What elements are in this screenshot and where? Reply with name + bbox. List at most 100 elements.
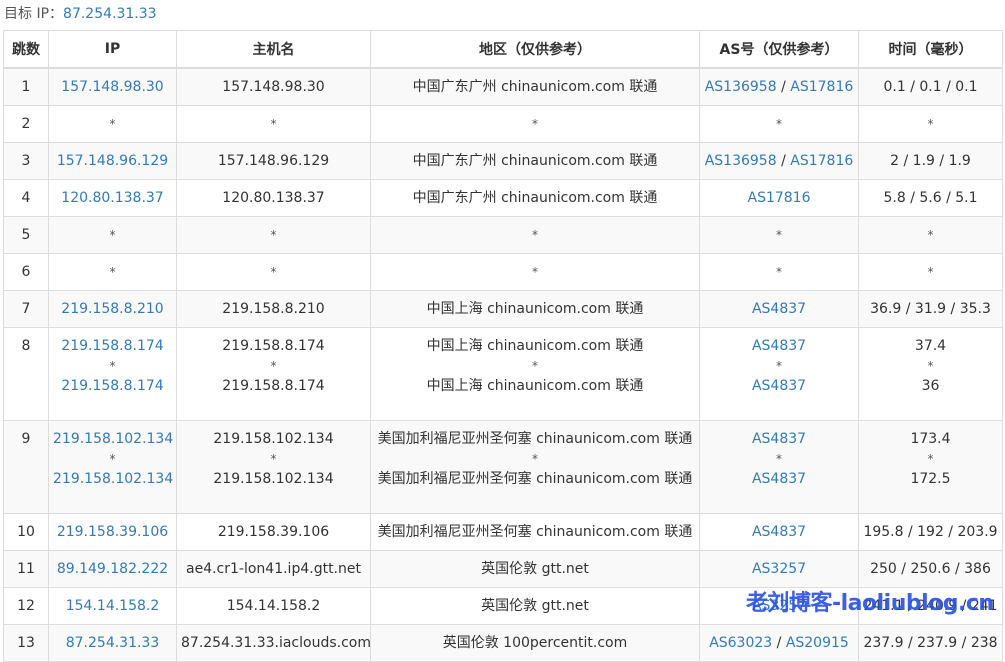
hop-number: 12 xyxy=(3,587,49,625)
as-line: * xyxy=(776,264,782,280)
as-line: AS3257 xyxy=(752,598,806,614)
hostname-cell: 219.158.102.134 * 219.158.102.134 xyxy=(176,420,371,514)
ip-link[interactable]: 120.80.138.37 xyxy=(61,190,163,206)
table-row: 3 157.148.96.129 157.148.96.129 中国广东广州 chin… xyxy=(3,142,1003,180)
ip-timeout: * xyxy=(109,265,116,279)
ip-link[interactable]: 89.149.182.222 xyxy=(57,561,168,577)
as-link[interactable]: AS136958 xyxy=(705,153,777,169)
table-row: 4 120.80.138.37 120.80.138.37 中国广东广州 chinau… xyxy=(3,179,1003,217)
hostname-text: 219.158.8.174 xyxy=(222,338,325,354)
ip-cell: 157.148.96.129 xyxy=(48,142,177,180)
as-link[interactable]: AS4837 xyxy=(752,338,806,354)
hostname-cell: * xyxy=(176,253,371,291)
ip-cell: 87.254.31.33 xyxy=(48,624,177,662)
table-header-row: 跳数 IP 主机名 地区（仅供参考） AS号（仅供参考） 时间（毫秒） xyxy=(3,30,1003,69)
time-text: 195.8 / 192 / 203.9 xyxy=(863,524,998,540)
as-timeout: * xyxy=(776,117,782,131)
time-text: 36 xyxy=(921,378,940,394)
target-ip-label: 目标 IP： xyxy=(4,6,64,22)
region-text: 美国加利福尼亚州圣何塞 chinaunicom.com 联通 xyxy=(377,431,693,447)
as-cell: AS4837 xyxy=(699,290,859,328)
ip-link[interactable]: 87.254.31.33 xyxy=(66,635,160,651)
col-header-time: 时间（毫秒） xyxy=(858,30,1003,69)
as-cell: AS3257 xyxy=(699,587,859,625)
hostname-text: 219.158.102.134 xyxy=(213,471,334,487)
as-line: * xyxy=(776,227,782,243)
ip-link[interactable]: 219.158.102.134 xyxy=(53,469,173,489)
hostname-text: 219.158.8.174 xyxy=(222,378,325,394)
table-body: 1 157.148.98.30 157.148.98.30 中国广东广州 chinau… xyxy=(3,67,1003,662)
as-cell: AS17816 xyxy=(699,179,859,217)
table-row: 2 * * * * * xyxy=(3,105,1003,143)
table-row: 11 89.149.182.222 ae4.cr1-lon41.ip4.gtt.ne… xyxy=(3,550,1003,588)
time-timeout: * xyxy=(927,228,934,242)
region-text: 中国上海 chinaunicom.com 联通 xyxy=(426,301,644,317)
as-timeout: * xyxy=(776,452,782,466)
ip-link[interactable]: 219.158.39.106 xyxy=(57,524,168,540)
as-line: * xyxy=(704,449,854,469)
time-cell: 5.8 / 5.6 / 5.1 xyxy=(858,179,1003,217)
time-cell: * xyxy=(858,253,1003,291)
hostname-cell: 154.14.158.2 xyxy=(176,587,371,625)
as-link[interactable]: AS3257 xyxy=(752,598,806,614)
as-link[interactable]: AS20915 xyxy=(786,635,849,651)
hop-number: 13 xyxy=(3,624,49,662)
as-link[interactable]: AS4837 xyxy=(752,471,806,487)
hop-number: 8 xyxy=(3,327,49,421)
as-line: AS63023 / AS20915 xyxy=(709,635,849,651)
as-timeout: * xyxy=(776,359,782,373)
ip-link[interactable]: 157.148.98.30 xyxy=(61,79,163,95)
region-timeout: * xyxy=(532,228,538,242)
as-line: AS4837 xyxy=(704,429,854,449)
as-link[interactable]: AS17816 xyxy=(748,190,811,206)
ip-link[interactable]: 219.158.8.174 xyxy=(53,376,172,396)
hop-number: 4 xyxy=(3,179,49,217)
as-timeout: * xyxy=(776,265,782,279)
as-line: * xyxy=(776,116,782,132)
hostname-timeout: * xyxy=(270,359,277,373)
table-row: 1 157.148.98.30 157.148.98.30 中国广东广州 chinau… xyxy=(3,67,1003,106)
hop-number: 10 xyxy=(3,513,49,551)
time-text: 5.8 / 5.6 / 5.1 xyxy=(883,190,978,206)
ip-cell: 219.158.39.106 xyxy=(48,513,177,551)
time-text: 237.9 / 237.9 / 238 xyxy=(863,635,998,651)
ip-link[interactable]: 219.158.8.210 xyxy=(61,301,163,317)
as-link[interactable]: AS136958 xyxy=(705,79,777,95)
hostname-text: 120.80.138.37 xyxy=(222,190,325,206)
target-ip-link[interactable]: 87.254.31.33 xyxy=(63,6,157,22)
as-separator: / xyxy=(772,635,786,651)
as-link[interactable]: AS3257 xyxy=(752,561,806,577)
region-text: 中国广东广州 chinaunicom.com 联通 xyxy=(412,190,658,206)
time-text: 173.4 xyxy=(910,431,951,447)
col-header-ip: IP xyxy=(48,30,177,69)
as-cell: AS4837 xyxy=(699,513,859,551)
as-link[interactable]: AS63023 xyxy=(709,635,772,651)
as-line: AS4837 xyxy=(752,524,806,540)
as-link[interactable]: AS4837 xyxy=(752,431,806,447)
ip-timeout: * xyxy=(109,359,116,373)
time-timeout: * xyxy=(927,359,934,373)
region-timeout: * xyxy=(532,359,538,373)
col-header-as: AS号（仅供参考） xyxy=(699,30,859,69)
ip-link[interactable]: 154.14.158.2 xyxy=(66,598,160,614)
ip-link[interactable]: 219.158.102.134 xyxy=(53,429,173,449)
hostname-text: 154.14.158.2 xyxy=(226,598,321,614)
time-cell: 241.1 / 240.9 / 241 xyxy=(858,587,1003,625)
region-text: 英国伦敦 100percentit.com xyxy=(442,635,628,651)
region-text: 中国广东广州 chinaunicom.com 联通 xyxy=(412,79,658,95)
hop-number: 1 xyxy=(3,67,49,106)
ip-link[interactable]: 157.148.96.129 xyxy=(57,153,168,169)
as-link[interactable]: AS4837 xyxy=(752,378,806,394)
region-cell: 中国上海 chinaunicom.com 联通 xyxy=(370,290,700,328)
as-link[interactable]: AS4837 xyxy=(752,524,806,540)
table-row: 5 * * * * * xyxy=(3,216,1003,254)
as-link[interactable]: AS4837 xyxy=(752,301,806,317)
as-line: AS4837 xyxy=(704,469,854,489)
table-row: 9 219.158.102.134 * 219.158.102.134 219.158.… xyxy=(3,420,1003,514)
time-cell: 195.8 / 192 / 203.9 xyxy=(858,513,1003,551)
as-link[interactable]: AS17816 xyxy=(790,79,853,95)
as-link[interactable]: AS17816 xyxy=(790,153,853,169)
hostname-cell: 87.254.31.33.iaclouds.com xyxy=(176,624,371,662)
ip-link[interactable]: 219.158.8.174 xyxy=(53,336,172,356)
table-row: 6 * * * * * xyxy=(3,253,1003,291)
